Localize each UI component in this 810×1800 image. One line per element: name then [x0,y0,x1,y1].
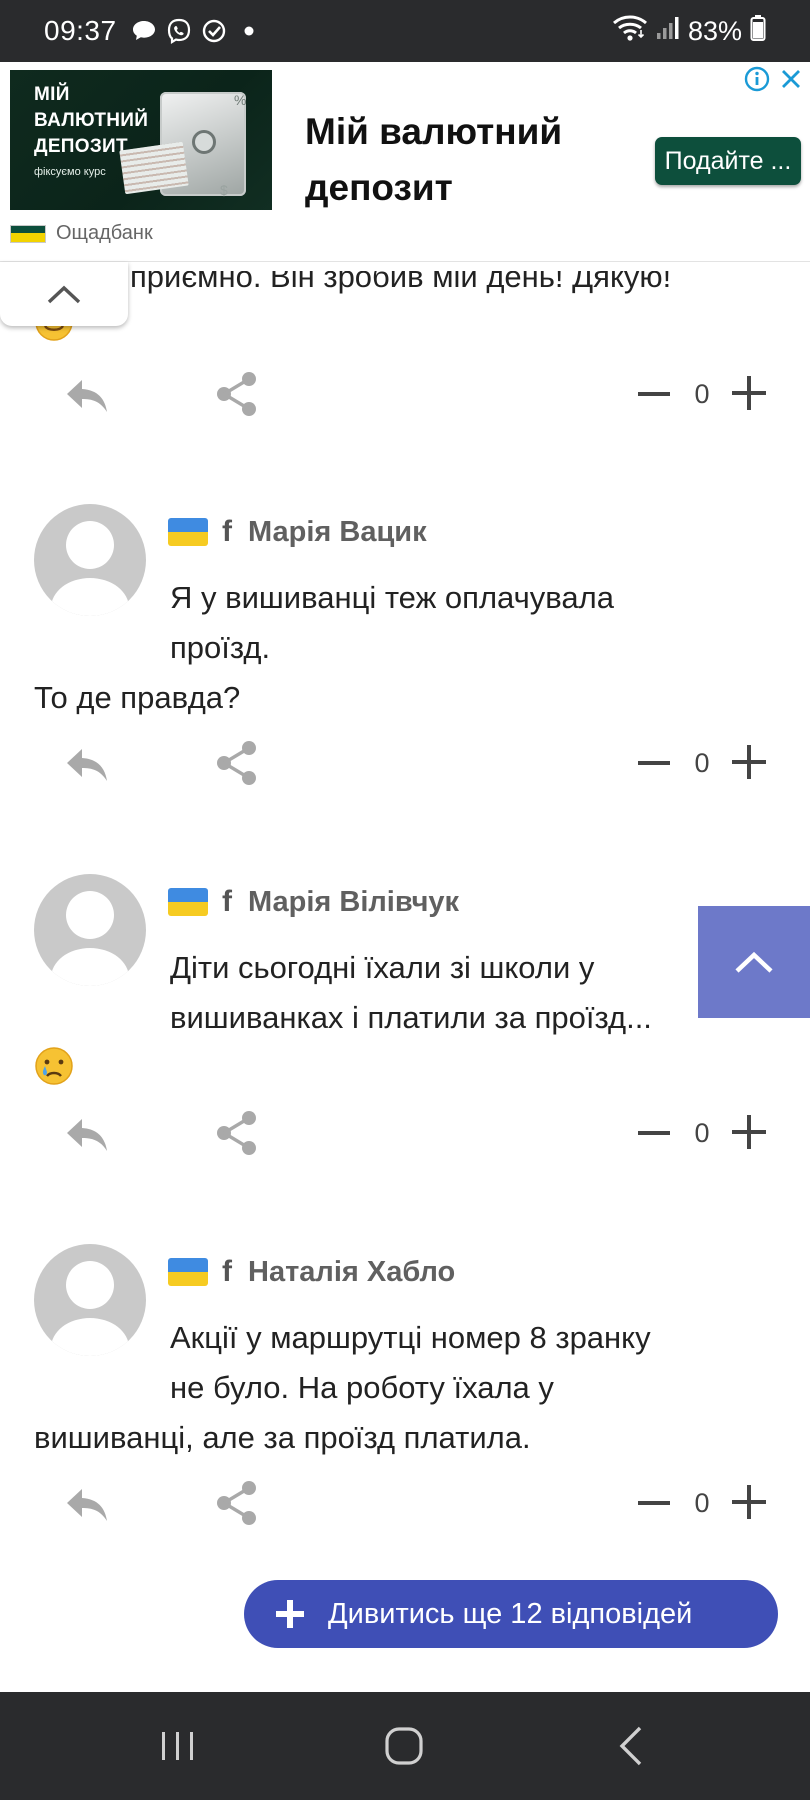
downvote-icon[interactable] [636,376,672,412]
comment-actions: 0 [0,366,810,426]
vote-count: 0 [694,1488,710,1518]
share-icon[interactable] [214,1479,260,1527]
upvote-icon[interactable] [730,1483,768,1521]
vote-count: 0 [694,379,710,409]
recent-apps-icon[interactable] [154,1722,202,1770]
avatar[interactable] [34,874,146,986]
comment-meta: f Марія Вацик [168,512,427,552]
ad-cta-button[interactable]: Подайте ... [655,137,801,185]
share-icon[interactable] [214,739,260,787]
show-more-replies-button[interactable]: Дивитись ще 12 відповідей [244,1580,778,1648]
comment-author[interactable]: Марія Вілівчук [248,886,459,919]
collapse-ad-button[interactable] [0,262,128,326]
ad-image[interactable]: МІЙ ВАЛЮТНИЙ ДЕПОЗИТ фіксуємо курс % $ [10,70,272,210]
system-navigation-bar [0,1692,810,1800]
status-bar: 09:37 83% [0,0,810,62]
more-notifications-dot-icon [236,18,262,44]
crying-face-icon [34,1046,74,1086]
percent-icon: % [234,92,247,108]
battery-level: 83% [687,15,742,46]
comment-text-line: Акції у маршрутці номер 8 зранку [170,1320,651,1355]
comment-actions: 0 [0,735,810,795]
ad-info-icon[interactable] [744,66,770,92]
reply-icon[interactable] [64,1485,110,1525]
battery-icon [750,14,766,49]
chevron-up-icon [47,285,81,304]
avatar[interactable] [34,504,146,616]
comment-text-partial: приємно. Він зробив мій день! Дякую! [130,259,672,294]
vote-count: 0 [694,1118,710,1148]
comment-text-line: вишиванці, але за проїзд платила. [34,1420,531,1455]
reply-icon[interactable] [64,1115,110,1155]
comment-author[interactable]: Наталія Хабло [248,1256,455,1289]
bank-logo-icon [10,224,46,243]
wifi-icon [612,14,648,49]
ad-brand-name: Ощадбанк [56,222,153,244]
facebook-icon: f [222,885,232,918]
chevron-up-icon [735,951,773,973]
comment-meta: f Наталія Хабло [168,1252,455,1292]
comment-text-line: То де правда? [34,680,241,715]
app-notification-icon [201,18,227,44]
viber-icon [166,18,192,44]
cash-icon [119,141,189,195]
upvote-icon[interactable] [730,743,768,781]
status-time: 09:37 [44,15,117,46]
dollar-icon: $ [220,182,228,198]
facebook-icon: f [222,515,232,548]
avatar[interactable] [34,1244,146,1356]
vote-count: 0 [694,748,710,778]
upvote-icon[interactable] [730,374,768,412]
reply-icon[interactable] [64,745,110,785]
signal-icon [656,15,680,48]
comment-text-line: Я у вишиванці теж оплачувала [170,580,614,615]
show-more-replies-label: Дивитись ще 12 відповідей [328,1597,693,1630]
share-icon[interactable] [214,370,260,418]
downvote-icon[interactable] [636,745,672,781]
facebook-icon: f [222,1255,232,1288]
upvote-icon[interactable] [730,1113,768,1151]
ad-banner[interactable]: МІЙ ВАЛЮТНИЙ ДЕПОЗИТ фіксуємо курс % $ М… [0,62,810,262]
comment-text-line: проїзд. [170,630,271,665]
home-icon[interactable] [380,1722,428,1770]
ukraine-flag-icon [168,518,208,546]
notification-icons [131,18,262,44]
comment-actions: 0 [0,1105,810,1165]
downvote-icon[interactable] [636,1485,672,1521]
comment-meta: f Марія Вілівчук [168,882,459,922]
system-status: 83% [612,14,766,49]
ad-brand[interactable]: Ощадбанк [10,222,153,245]
back-icon[interactable] [608,1722,656,1770]
downvote-icon[interactable] [636,1115,672,1151]
plus-icon [276,1600,304,1628]
share-icon[interactable] [214,1109,260,1157]
ad-image-subtitle: фіксуємо курс [34,166,106,178]
message-icon [131,18,157,44]
comment-author[interactable]: Марія Вацик [248,516,427,549]
comment-actions: 0 [0,1475,810,1535]
ad-close-icon[interactable] [778,66,804,92]
ad-headline[interactable]: Мій валютний депозит [305,104,562,216]
comment-text-line: Діти сьогодні їхали зі школи у [170,950,595,985]
ukraine-flag-icon [168,1258,208,1286]
comment-text-line: не було. На роботу їхала у [170,1370,554,1405]
ad-headline-line1: Мій валютний [305,111,563,152]
reply-icon[interactable] [64,376,110,416]
scroll-to-top-button[interactable] [698,906,810,1018]
ukraine-flag-icon [168,888,208,916]
comment-text-line: вишиванках і платили за проїзд... [170,1000,652,1035]
ad-headline-line2: депозит [305,167,453,208]
